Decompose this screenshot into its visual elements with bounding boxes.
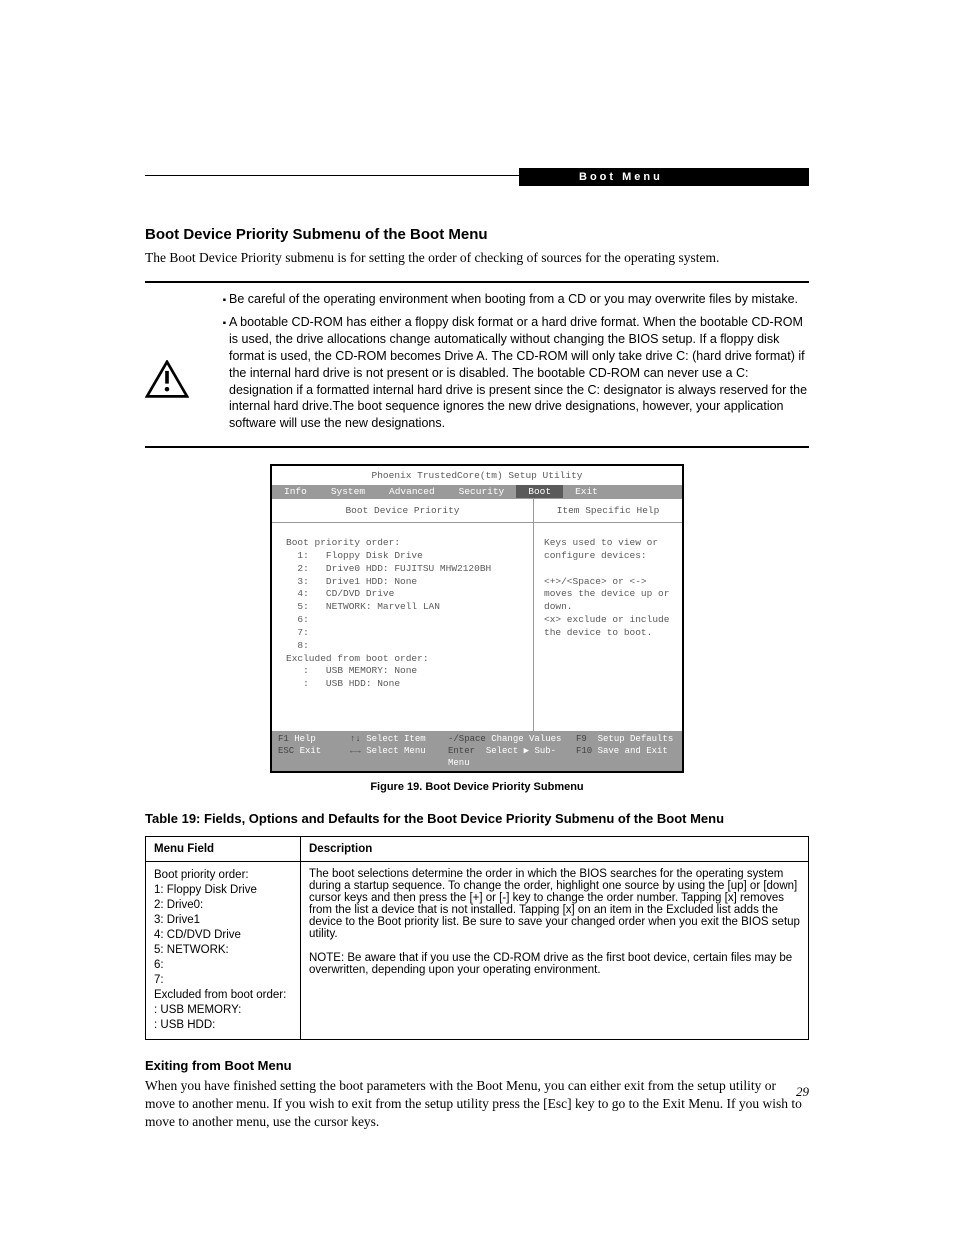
warning-bullet: Be careful of the operating environment … [229, 291, 809, 308]
spec-table: Menu Field Description Boot priority ord… [145, 836, 809, 1039]
table-header-field: Menu Field [146, 837, 301, 862]
table-caption: Table 19: Fields, Options and Defaults f… [145, 811, 809, 826]
header-band: Boot Menu [145, 168, 809, 186]
exit-title: Exiting from Boot Menu [145, 1058, 809, 1073]
warning-bullet: A bootable CD-ROM has either a floppy di… [229, 314, 809, 432]
warning-block: Be careful of the operating environment … [145, 281, 809, 448]
bios-title: Phoenix TrustedCore(tm) Setup Utility [272, 466, 682, 485]
bios-screenshot: Phoenix TrustedCore(tm) Setup Utility In… [270, 464, 684, 773]
description-cell: The boot selections determine the order … [301, 862, 809, 1039]
menu-field-cell: Boot priority order: 1: Floppy Disk Driv… [154, 868, 292, 1032]
page-number: 29 [796, 1084, 809, 1100]
bios-tabs: Info System Advanced Security Boot Exit [272, 485, 682, 498]
bios-tab-exit: Exit [563, 485, 610, 498]
header-label: Boot Menu [519, 168, 809, 186]
bios-help-text: Keys used to view or configure devices: … [534, 523, 682, 650]
bios-tab-system: System [319, 485, 377, 498]
exit-body: When you have finished setting the boot … [145, 1077, 809, 1132]
bios-left-header: Boot Device Priority [272, 499, 533, 523]
bios-tab-security: Security [447, 485, 517, 498]
header-rule [145, 175, 519, 186]
table-row: Boot priority order: 1: Floppy Disk Driv… [146, 862, 809, 1039]
section-intro: The Boot Device Priority submenu is for … [145, 249, 809, 267]
section-title: Boot Device Priority Submenu of the Boot… [145, 226, 809, 243]
table-header-desc: Description [301, 837, 809, 862]
bios-tab-advanced: Advanced [377, 485, 447, 498]
warning-icon [145, 291, 215, 438]
figure-caption: Figure 19. Boot Device Priority Submenu [145, 781, 809, 793]
bios-footer: F1 Help ↑↓ Select Item -/Space Change Va… [272, 731, 682, 771]
bios-tab-info: Info [272, 485, 319, 498]
bios-right-header: Item Specific Help [534, 499, 682, 523]
bios-tab-boot: Boot [516, 485, 563, 498]
bios-priority-list: Boot priority order: 1: Floppy Disk Driv… [272, 523, 533, 731]
